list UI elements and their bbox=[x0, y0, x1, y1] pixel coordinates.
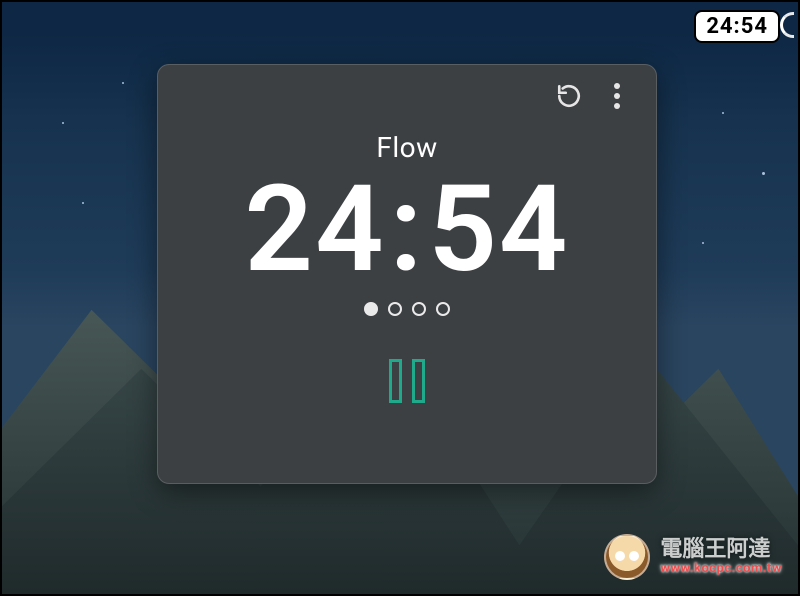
reset-button[interactable] bbox=[554, 81, 584, 111]
watermark-avatar-icon bbox=[604, 534, 650, 580]
app-window: 24:54 Flow 24:54 bbox=[0, 0, 800, 596]
menubar-timer-value: 24:54 bbox=[706, 14, 768, 39]
card-toolbar bbox=[176, 79, 638, 113]
watermark-title: 電腦王阿達 bbox=[660, 538, 782, 562]
pause-icon bbox=[389, 359, 402, 403]
session-progress-dots bbox=[364, 302, 450, 316]
timer-display: 24:54 bbox=[245, 170, 570, 290]
pause-icon bbox=[412, 359, 425, 403]
more-vertical-icon bbox=[614, 83, 620, 109]
more-menu-button[interactable] bbox=[602, 81, 632, 111]
source-watermark: 電腦王阿達 www.kocpc.com.tw bbox=[604, 534, 782, 580]
timer-card: Flow 24:54 bbox=[157, 64, 657, 484]
session-dot-3 bbox=[412, 302, 426, 316]
menubar-timer-badge[interactable]: 24:54 bbox=[694, 10, 780, 43]
reset-icon bbox=[556, 83, 582, 109]
pause-button[interactable] bbox=[380, 354, 434, 408]
timer-seconds: 54 bbox=[428, 160, 569, 300]
timer-colon: : bbox=[386, 160, 429, 300]
session-dot-4 bbox=[436, 302, 450, 316]
session-dot-2 bbox=[388, 302, 402, 316]
watermark-url: www.kocpc.com.tw bbox=[660, 562, 782, 576]
session-dot-1 bbox=[364, 302, 378, 316]
timer-minutes: 24 bbox=[245, 160, 386, 300]
